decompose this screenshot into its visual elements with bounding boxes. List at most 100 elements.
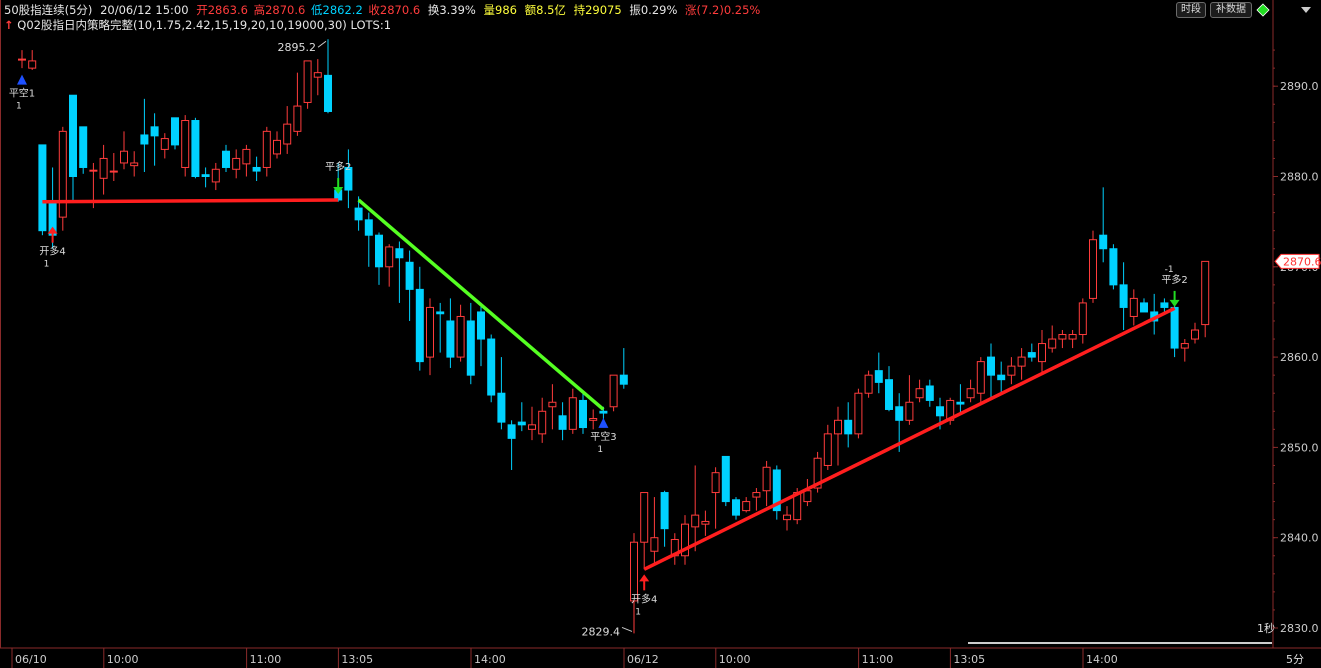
x-tick-label: 14:00 [474,653,506,666]
candle-up [283,123,292,145]
candle-up [803,490,812,503]
candle-up [1201,260,1210,326]
candle-up [1017,356,1026,367]
candle-down [925,385,934,401]
candle-up [1129,297,1138,317]
signal-label: 平多2 [325,160,351,173]
candle-down [252,166,261,172]
candle-up [313,72,322,78]
candle-down [936,406,944,417]
y-tick-label: 2860.0 [1280,351,1319,364]
candle-up [232,157,241,170]
candle-up [181,120,190,168]
candle-down [1170,306,1179,349]
candle-up [834,419,842,435]
y-tick-label: 2840.0 [1280,532,1319,545]
speed-label: 1秒 [1257,621,1275,635]
candle-up [711,472,720,494]
x-tick-label: 06/12 [627,653,659,666]
candle-down [956,401,965,405]
candle-down [1099,234,1108,250]
candle-down [660,492,669,530]
candle-down [364,219,373,236]
candle-up [762,466,771,492]
candle-up [650,537,659,552]
red-trend-line [42,198,339,204]
candle-up [1089,239,1097,299]
candle-down [171,117,179,146]
candle-up [130,162,139,167]
candle-down [885,379,893,410]
x-tick-label: 13:05 [341,653,373,666]
candle-down [201,174,210,178]
timeframe-label: 5分 [1286,653,1304,666]
candle-down [507,424,516,439]
candle-up [905,401,914,421]
candle-down [1119,284,1128,308]
signal-sub-label: -1 [1165,265,1174,275]
x-tick-label: 14:00 [1086,653,1118,666]
signal-sub-label: 1 [44,260,50,270]
candle-up [89,169,98,172]
candle-down [1160,302,1169,308]
candle-down [1109,248,1118,286]
candle-down [324,74,332,112]
candle-up [864,374,873,394]
signal-sub-label: 1 [597,445,603,455]
candle-down [79,126,88,168]
candle-down [732,499,740,516]
x-tick-label: 10:00 [719,653,751,666]
candle-up [609,374,618,408]
candle-down [579,399,587,429]
candle-down [38,144,47,232]
candle-up [120,150,128,164]
candle-down [1027,352,1036,358]
max-price-label: 2895.2 [278,41,317,54]
candle-down [191,120,200,177]
candle-down [446,320,455,358]
x-tick-label: 10:00 [107,653,139,666]
x-tick-label: 06/10 [15,653,47,666]
signal-label: 开多4 [631,592,657,605]
y-tick-label: 2830.0 [1280,622,1319,635]
candle-down [222,150,230,168]
candle-up [538,410,547,435]
candle-down [415,288,424,363]
candle-up [1191,329,1199,340]
candle-down [354,207,363,221]
x-tick-label: 11:00 [250,653,282,666]
price-chart[interactable]: 2830.02840.02850.02860.02870.02880.02890… [0,0,1321,668]
candlestick-chart[interactable]: 50股指连续(5分) 20/06/12 15:00 开2863.6 高2870.… [0,0,1321,668]
candle-up [262,130,271,168]
min-leader-line [621,626,633,632]
candle-up [385,246,394,268]
candle-up [915,388,924,399]
blue-triangle-up-icon [17,74,27,85]
candle-down [987,356,995,376]
candle-up [752,492,761,498]
red-trend-line [643,306,1176,571]
signal-sub-label: 1 [635,607,641,617]
candle-up [640,492,649,543]
candle-down [436,311,445,315]
y-tick-label: 2890.0 [1280,80,1319,93]
candle-up [1058,334,1067,340]
candle-up [528,424,536,430]
green-down-arrow-head-icon [1169,299,1180,307]
candle-down [69,94,77,177]
red-up-arrow-head-icon [639,574,650,582]
candle-up [99,157,108,179]
candle-down [895,406,904,421]
current-price-label: 2870.6 [1283,255,1321,268]
candle-up [273,139,281,155]
candle-up [109,170,118,173]
candle-down [140,134,149,145]
candle-down [721,455,730,503]
candle-up [1048,338,1057,349]
candle-down [487,338,496,396]
candle-up [18,58,26,61]
candle-down [1140,302,1148,313]
candle-up [976,361,985,394]
candle-up [630,541,638,602]
candle-down [844,419,853,435]
